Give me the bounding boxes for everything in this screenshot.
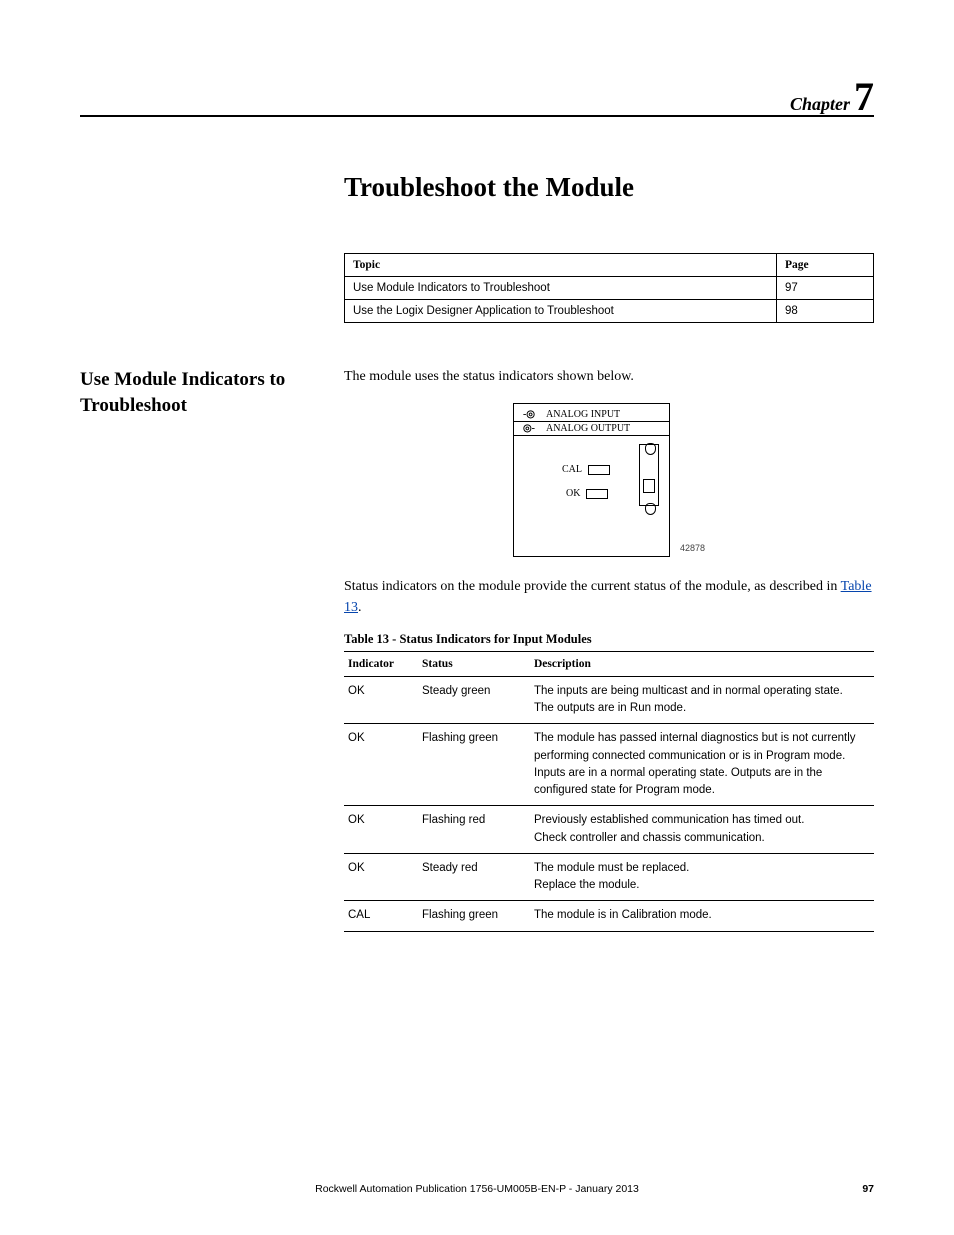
connector-inner-icon (643, 479, 655, 493)
diagram-id: 42878 (680, 543, 705, 557)
para2-b: . (358, 600, 362, 615)
status-cell: Steady red (418, 853, 530, 901)
diagram-led-ok: OK (566, 488, 608, 499)
module-diagram-wrap: -◎ ANALOG INPUT ◎- ANALOG OUTPUT CAL OK (344, 403, 874, 557)
table-row: Use the Logix Designer Application to Tr… (345, 300, 874, 323)
diagram-body: CAL OK (514, 436, 669, 526)
ok-label: OK (566, 488, 580, 499)
page-title: Troubleshoot the Module (344, 172, 874, 203)
table-row: OK Steady red The module must be replace… (344, 853, 874, 901)
indicator-cell: OK (344, 676, 418, 724)
topic-header-topic: Topic (345, 254, 777, 277)
section-row: Use Module Indicators to Troubleshoot Th… (80, 367, 874, 932)
status-header-indicator: Indicator (344, 651, 418, 676)
chapter-label: Chapter7 (790, 73, 874, 120)
diagram-label-input: ANALOG INPUT (546, 409, 620, 420)
status-cell: Flashing green (418, 724, 530, 806)
status-cell: Steady green (418, 676, 530, 724)
topic-header-page: Page (777, 254, 874, 277)
indicator-cell: OK (344, 806, 418, 854)
topic-cell: Use the Logix Designer Application to Tr… (345, 300, 777, 323)
topic-cell: Use Module Indicators to Troubleshoot (345, 277, 777, 300)
section-body: The module uses the status indicators sh… (344, 367, 874, 932)
table-caption: Table 13 - Status Indicators for Input M… (344, 632, 874, 647)
description-cell: The module must be replaced. Replace the… (530, 853, 874, 901)
table-row: CAL Flashing green The module is in Cali… (344, 901, 874, 931)
table-row: OK Steady green The inputs are being mul… (344, 676, 874, 724)
description-cell: The inputs are being multicast and in no… (530, 676, 874, 724)
chapter-word: Chapter (790, 94, 850, 114)
status-table: Indicator Status Description OK Steady g… (344, 651, 874, 932)
status-header-status: Status (418, 651, 530, 676)
indicator-cell: OK (344, 853, 418, 901)
table-row: OK Flashing red Previously established c… (344, 806, 874, 854)
diagram-led-cal: CAL (562, 464, 610, 475)
footer-publication: Rockwell Automation Publication 1756-UM0… (110, 1183, 844, 1195)
page-cell: 98 (777, 300, 874, 323)
footer-page-number: 97 (844, 1183, 874, 1195)
cal-led-icon (588, 465, 610, 475)
footer-spacer (80, 1183, 110, 1195)
description-cell: The module has passed internal diagnosti… (530, 724, 874, 806)
module-diagram: -◎ ANALOG INPUT ◎- ANALOG OUTPUT CAL OK (513, 403, 670, 557)
diagram-row-output: ◎- ANALOG OUTPUT (514, 422, 669, 436)
indicator-cell: CAL (344, 901, 418, 931)
description-cell: The module is in Calibration mode. (530, 901, 874, 931)
screw-bottom-icon (645, 503, 656, 515)
intro-paragraph: The module uses the status indicators sh… (344, 367, 874, 387)
topic-table: Topic Page Use Module Indicators to Trou… (344, 253, 874, 323)
chapter-header-rule: Chapter7 (80, 115, 874, 117)
status-header-description: Description (530, 651, 874, 676)
page-footer: Rockwell Automation Publication 1756-UM0… (80, 1183, 874, 1195)
ok-led-icon (586, 489, 608, 499)
screw-top-icon (645, 443, 656, 455)
side-heading: Use Module Indicators to Troubleshoot (80, 367, 344, 418)
status-paragraph: Status indicators on the module provide … (344, 577, 874, 618)
topic-table-container: Topic Page Use Module Indicators to Trou… (344, 253, 874, 323)
arrow-in-icon: -◎ (520, 409, 538, 420)
chapter-number: 7 (854, 74, 874, 119)
page-cell: 97 (777, 277, 874, 300)
status-cell: Flashing red (418, 806, 530, 854)
diagram-label-output: ANALOG OUTPUT (546, 423, 630, 434)
connector-icon (639, 444, 659, 506)
indicator-cell: OK (344, 724, 418, 806)
table-row: OK Flashing green The module has passed … (344, 724, 874, 806)
description-cell: Previously established communication has… (530, 806, 874, 854)
status-cell: Flashing green (418, 901, 530, 931)
cal-label: CAL (562, 464, 582, 475)
diagram-row-input: -◎ ANALOG INPUT (514, 404, 669, 422)
arrow-out-icon: ◎- (520, 423, 538, 434)
para2-a: Status indicators on the module provide … (344, 579, 841, 594)
table-row: Use Module Indicators to Troubleshoot 97 (345, 277, 874, 300)
